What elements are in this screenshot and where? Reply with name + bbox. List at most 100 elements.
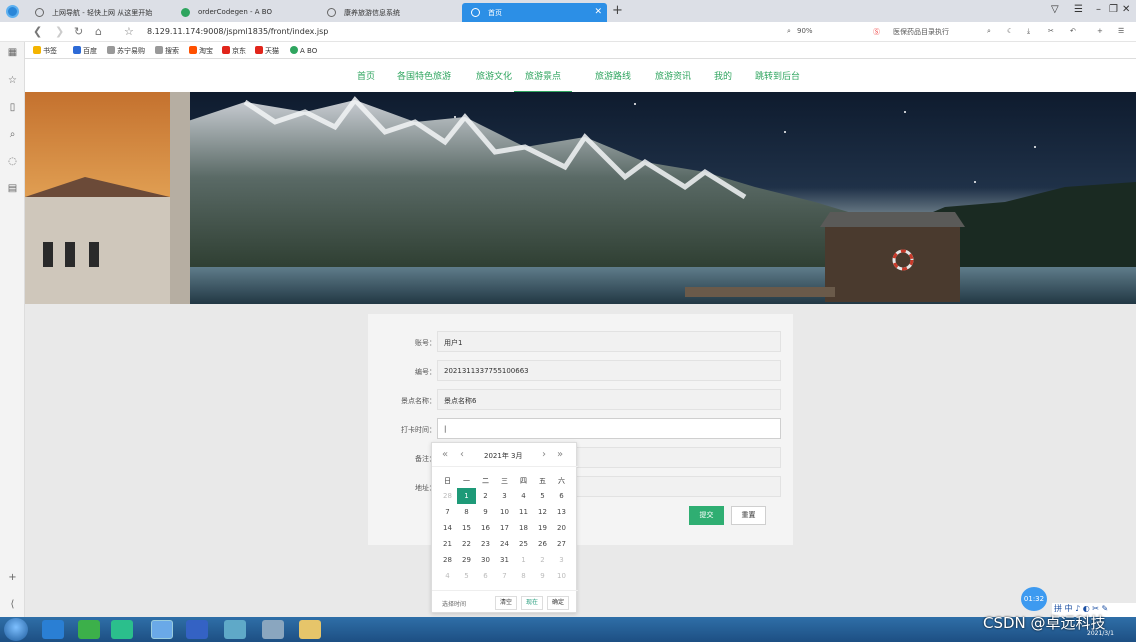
calendar-day[interactable]: 28 bbox=[438, 488, 457, 504]
back-icon[interactable]: ❮ bbox=[33, 25, 42, 38]
menu-icon[interactable]: ☰ bbox=[1118, 27, 1124, 35]
bookmark-item[interactable]: 天猫 bbox=[255, 46, 279, 56]
calendar-day[interactable]: 22 bbox=[457, 536, 476, 552]
menu-icon[interactable]: ☰ bbox=[1074, 4, 1083, 15]
calendar-day[interactable]: 6 bbox=[552, 488, 571, 504]
moon-icon[interactable]: ☾ bbox=[1007, 27, 1013, 35]
bookmark-item[interactable]: 京东 bbox=[222, 46, 246, 56]
submit-button[interactable]: 提交 bbox=[689, 506, 724, 525]
calendar-day[interactable]: 4 bbox=[514, 488, 533, 504]
next-year-icon[interactable]: » bbox=[557, 449, 563, 460]
forward-icon[interactable]: ❯ bbox=[55, 25, 64, 38]
taskbar-refresh-icon[interactable] bbox=[78, 620, 100, 639]
nav-home[interactable]: 首页 bbox=[357, 69, 375, 82]
calendar-day[interactable]: 2 bbox=[533, 552, 552, 568]
bookmark-item[interactable]: 书签 bbox=[33, 46, 57, 56]
calendar-day[interactable]: 3 bbox=[495, 488, 514, 504]
calendar-day[interactable]: 21 bbox=[438, 536, 457, 552]
calendar-day[interactable]: 31 bbox=[495, 552, 514, 568]
close-tab-icon[interactable]: ✕ bbox=[594, 7, 602, 17]
calendar-day[interactable]: 17 bbox=[495, 520, 514, 536]
sidebar-add-icon[interactable]: + bbox=[6, 572, 19, 584]
calendar-day[interactable]: 9 bbox=[533, 568, 552, 584]
sidebar-search-icon[interactable]: ⌕ bbox=[6, 129, 19, 141]
calendar-day[interactable]: 14 bbox=[438, 520, 457, 536]
calendar-day[interactable]: 23 bbox=[476, 536, 495, 552]
select-time-link[interactable]: 选择时间 bbox=[442, 599, 466, 608]
scissors-icon[interactable]: ✂ bbox=[1048, 27, 1054, 35]
calendar-day[interactable]: 16 bbox=[476, 520, 495, 536]
plus-icon[interactable]: + bbox=[1097, 27, 1103, 35]
calendar-day[interactable]: 26 bbox=[533, 536, 552, 552]
calendar-day[interactable]: 29 bbox=[457, 552, 476, 568]
nav-mine[interactable]: 我的 bbox=[714, 69, 732, 82]
sidebar-book-icon[interactable]: ▯ bbox=[6, 102, 19, 114]
reload-icon[interactable]: ↻ bbox=[74, 25, 83, 38]
home-icon[interactable]: ⌂ bbox=[95, 25, 102, 38]
close-window-icon[interactable]: ✕ bbox=[1122, 4, 1130, 15]
sidebar-star-icon[interactable]: ☆ bbox=[6, 75, 19, 87]
shield-icon[interactable]: ▽ bbox=[1051, 4, 1059, 15]
sidebar-note-icon[interactable]: ▤ bbox=[6, 183, 19, 195]
calendar-day[interactable]: 5 bbox=[533, 488, 552, 504]
calendar-day[interactable]: 25 bbox=[514, 536, 533, 552]
calendar-day[interactable]: 8 bbox=[457, 504, 476, 520]
calendar-day[interactable]: 4 bbox=[438, 568, 457, 584]
calendar-day[interactable]: 3 bbox=[552, 552, 571, 568]
new-tab-icon[interactable]: + bbox=[612, 3, 623, 18]
prev-year-icon[interactable]: « bbox=[442, 449, 448, 460]
nav-routes[interactable]: 旅游路线 bbox=[595, 69, 631, 82]
clear-button[interactable]: 清空 bbox=[495, 596, 518, 610]
nav-attractions[interactable]: 旅游景点 bbox=[514, 69, 573, 93]
start-button[interactable] bbox=[4, 618, 28, 641]
taskbar-app-icon[interactable] bbox=[224, 620, 246, 639]
confirm-button[interactable]: 确定 bbox=[547, 596, 570, 610]
maximize-icon[interactable]: ❐ bbox=[1109, 4, 1118, 15]
calendar-day[interactable]: 11 bbox=[514, 504, 533, 520]
next-month-icon[interactable]: › bbox=[542, 449, 546, 460]
calendar-day[interactable]: 6 bbox=[476, 568, 495, 584]
clock-bubble[interactable]: 01:32 bbox=[1021, 587, 1047, 611]
now-button[interactable]: 现在 bbox=[521, 596, 544, 610]
undo-icon[interactable]: ↶ bbox=[1070, 27, 1076, 35]
calendar-day[interactable]: 24 bbox=[495, 536, 514, 552]
checkin-time-field[interactable]: | bbox=[437, 418, 781, 439]
prev-month-icon[interactable]: ‹ bbox=[460, 449, 464, 460]
calendar-day[interactable]: 2 bbox=[476, 488, 495, 504]
bookmark-item[interactable]: 淘宝 bbox=[189, 46, 213, 56]
calendar-day[interactable]: 13 bbox=[552, 504, 571, 520]
bookmark-item[interactable]: 苏宁易购 bbox=[107, 46, 145, 56]
calendar-day[interactable]: 28 bbox=[438, 552, 457, 568]
sidebar-chat-icon[interactable]: ◌ bbox=[6, 156, 19, 168]
taskbar-browser-icon[interactable] bbox=[151, 620, 173, 639]
taskbar-word-icon[interactable] bbox=[186, 620, 208, 639]
calendar-day[interactable]: 30 bbox=[476, 552, 495, 568]
calendar-day[interactable]: 9 bbox=[476, 504, 495, 520]
calendar-day[interactable]: 10 bbox=[495, 504, 514, 520]
bookmark-item[interactable]: A BO bbox=[290, 46, 317, 55]
tab-home[interactable]: 首页 ✕ bbox=[462, 3, 607, 22]
nav-culture[interactable]: 旅游文化 bbox=[476, 69, 512, 82]
search-icon[interactable]: ⌕ bbox=[987, 27, 991, 36]
attraction-name-field[interactable]: 景点名称6 bbox=[437, 389, 781, 410]
star-icon[interactable]: ☆ bbox=[124, 25, 134, 38]
year-month-label[interactable]: 2021年 3月 bbox=[484, 451, 523, 461]
calendar-day[interactable]: 7 bbox=[495, 568, 514, 584]
calendar-day[interactable]: 7 bbox=[438, 504, 457, 520]
calendar-day[interactable]: 5 bbox=[457, 568, 476, 584]
taskbar-media-icon[interactable] bbox=[111, 620, 133, 639]
calendar-day[interactable]: 15 bbox=[457, 520, 476, 536]
tab-tourism-system[interactable]: 康养旅游信息系统 bbox=[318, 3, 461, 22]
tab-ordercodegen[interactable]: orderCodegen - A BO bbox=[172, 3, 317, 22]
url-field[interactable]: 8.129.11.174:9008/jspml1835/front/index.… bbox=[147, 27, 328, 36]
calendar-day[interactable]: 1 bbox=[514, 552, 533, 568]
sidebar-collapse-icon[interactable]: ⟨ bbox=[6, 599, 19, 611]
bookmark-item[interactable]: 百度 bbox=[73, 46, 97, 56]
tab-navigation[interactable]: 上网导航 - 轻快上网 从这里开始 bbox=[26, 3, 171, 22]
calendar-day[interactable]: 18 bbox=[514, 520, 533, 536]
zoom-level[interactable]: 90% bbox=[797, 27, 813, 35]
calendar-day[interactable]: 20 bbox=[552, 520, 571, 536]
news-ticker[interactable]: 医保药品目录执行 bbox=[893, 27, 949, 37]
calendar-day[interactable]: 1 bbox=[457, 488, 476, 504]
nav-news[interactable]: 旅游资讯 bbox=[655, 69, 691, 82]
